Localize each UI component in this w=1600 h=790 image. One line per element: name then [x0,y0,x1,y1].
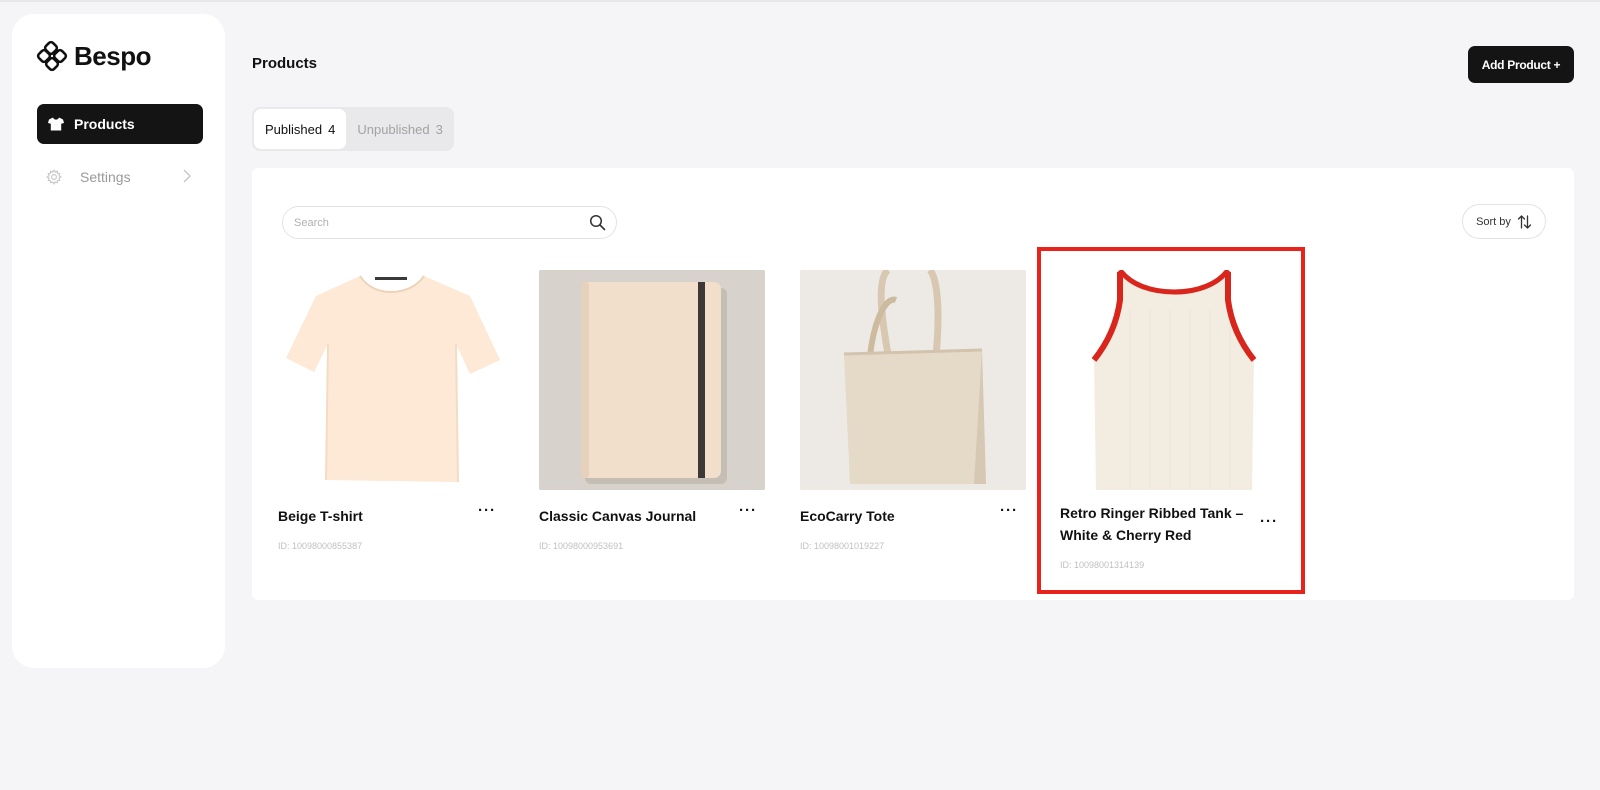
product-card[interactable]: Retro Ringer Ribbed Tank – White & Cherr… [1060,270,1286,570]
tote-image [800,270,1026,490]
more-options-icon[interactable]: ··· [1000,502,1018,519]
page-title: Products [252,55,318,72]
sidebar-item-products[interactable]: Products [37,104,203,144]
search-input[interactable] [294,216,584,229]
product-image [800,270,1026,490]
product-name[interactable]: EcoCarry Tote [800,505,990,527]
publish-status-tabs: Published 4 Unpublished 3 [252,107,454,151]
bespo-logo-icon [36,40,68,72]
product-id: ID: 10098000953691 [539,541,624,551]
product-name[interactable]: Classic Canvas Journal [539,505,729,527]
tab-unpublished[interactable]: Unpublished 3 [346,109,454,149]
tab-label: Published [265,121,323,137]
tank-image [1091,270,1257,490]
tab-count: 3 [435,121,443,137]
product-id: ID: 10098000855387 [278,541,363,551]
sort-arrows-icon [1517,214,1532,229]
product-image [539,270,765,490]
product-card[interactable]: Classic Canvas Journal ··· ID: 100980009… [539,270,765,551]
product-card[interactable]: EcoCarry Tote ··· ID: 10098001019227 [800,270,1026,551]
brand-logo[interactable]: Bespo [36,40,151,72]
tab-published[interactable]: Published 4 [254,109,347,149]
sidebar-item-label: Settings [80,169,131,185]
chevron-right-icon [183,169,191,183]
tab-label: Unpublished [357,121,430,137]
product-name[interactable]: Beige T-shirt [278,505,468,527]
search-field[interactable] [282,206,617,239]
product-card[interactable]: Beige T-shirt ··· ID: 10098000855387 [278,270,504,551]
sort-label: Sort by [1476,215,1511,228]
search-icon[interactable] [589,214,606,231]
sidebar-item-label: Products [74,116,135,132]
add-product-button[interactable]: Add Product + [1468,46,1574,83]
product-name[interactable]: Retro Ringer Ribbed Tank – White & Cherr… [1060,502,1250,546]
brand-name: Bespo [74,40,151,71]
gear-icon [46,169,62,185]
product-id: ID: 10098001019227 [800,541,885,551]
product-image [1060,270,1286,490]
sort-button[interactable]: Sort by [1462,204,1546,239]
product-id: ID: 10098001314139 [1060,560,1145,570]
tshirt-image [286,275,500,483]
sidebar: Bespo Products Settings [12,14,225,668]
more-options-icon[interactable]: ··· [739,502,757,519]
more-options-icon[interactable]: ··· [478,502,496,519]
journal-image [539,270,765,490]
tab-count: 4 [328,121,336,137]
top-divider [0,0,1600,2]
sidebar-item-settings[interactable]: Settings [37,159,203,195]
more-options-icon[interactable]: ··· [1260,513,1278,530]
product-image [278,270,504,490]
tshirt-icon [48,117,64,131]
